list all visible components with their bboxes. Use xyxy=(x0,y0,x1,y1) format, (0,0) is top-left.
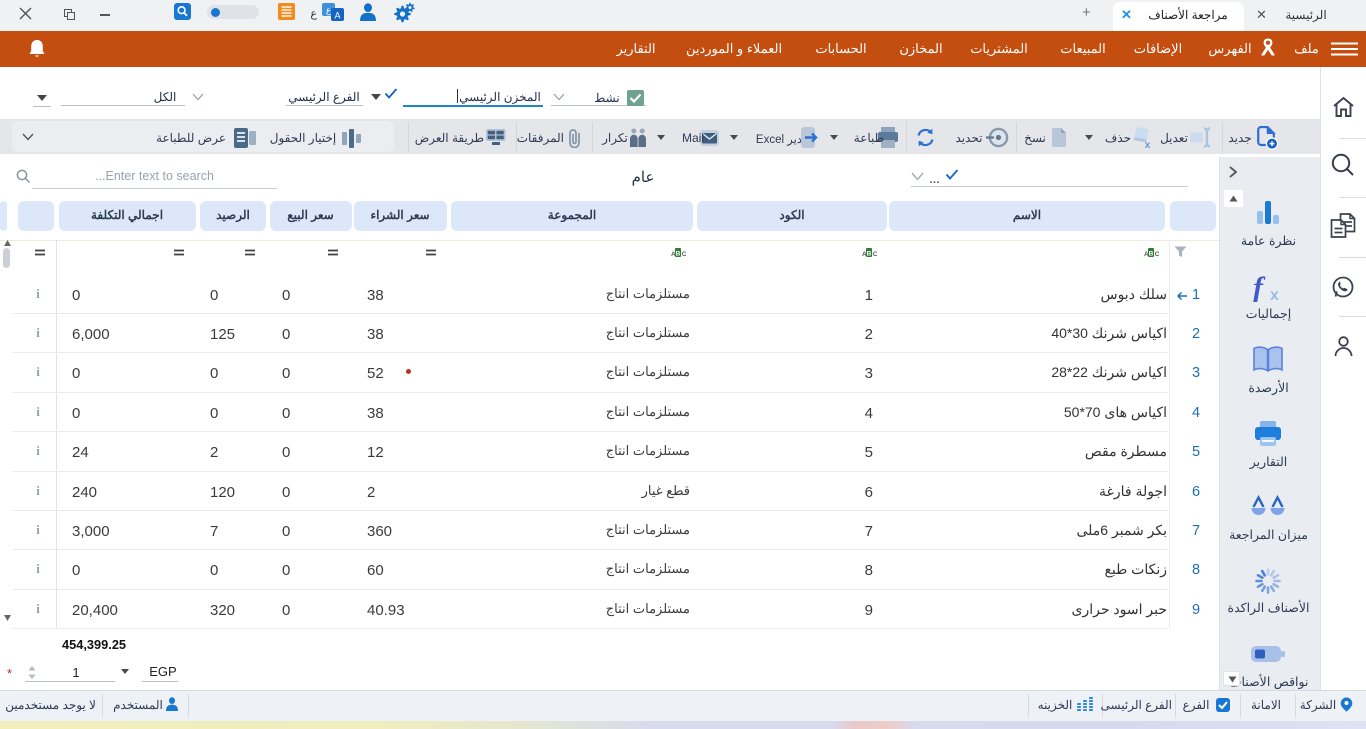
svg-text:x: x xyxy=(1145,140,1151,149)
svg-text:B: B xyxy=(867,251,872,258)
svg-text:A: A xyxy=(334,11,340,21)
svg-text:C: C xyxy=(682,251,686,258)
svg-text:ع: ع xyxy=(326,5,332,16)
svg-text:B: B xyxy=(676,251,681,258)
svg-text:C: C xyxy=(873,251,877,258)
svg-text:B: B xyxy=(1149,251,1154,258)
svg-text:C: C xyxy=(1155,251,1159,258)
svg-text:f: f xyxy=(1253,272,1266,302)
svg-text:x: x xyxy=(1270,287,1279,302)
